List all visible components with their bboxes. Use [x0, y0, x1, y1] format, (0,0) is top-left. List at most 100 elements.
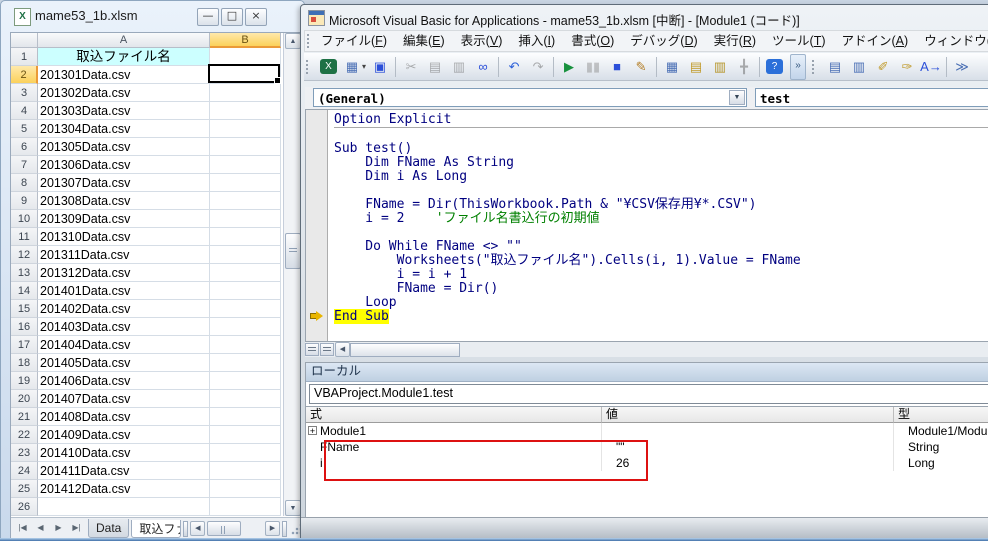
cell-a24[interactable]: 201411Data.csv	[38, 462, 210, 480]
vba-titlebar[interactable]: Microsoft Visual Basic for Applications …	[301, 5, 988, 29]
run-icon[interactable]: ▶	[558, 56, 580, 78]
code-line[interactable]	[334, 184, 988, 198]
row-number[interactable]: 15	[11, 300, 38, 318]
save-icon[interactable]: ▣	[369, 56, 391, 78]
cell-a22[interactable]: 201409Data.csv	[38, 426, 210, 444]
list-constants-icon[interactable]: ▥	[848, 56, 870, 78]
cell-a17[interactable]: 201404Data.csv	[38, 336, 210, 354]
row-number[interactable]: 4	[11, 102, 38, 120]
help-icon[interactable]: ?	[766, 59, 783, 74]
view-excel-icon[interactable]: X	[320, 59, 337, 74]
cell-a11[interactable]: 201310Data.csv	[38, 228, 210, 246]
code-line[interactable]: Option Explicit	[334, 113, 988, 128]
hscroll-right-icon[interactable]: ▶	[265, 521, 280, 536]
cell-b14[interactable]	[210, 282, 281, 300]
code-scroll-left-icon[interactable]: ◀	[335, 342, 350, 357]
cell-b5[interactable]	[210, 120, 281, 138]
object-combobox[interactable]: (General) ▼	[313, 88, 747, 107]
cell-a15[interactable]: 201402Data.csv	[38, 300, 210, 318]
cell-b4[interactable]	[210, 102, 281, 120]
menu-F[interactable]: ファイル(F)	[313, 31, 395, 51]
tab-split-handle[interactable]	[183, 521, 188, 537]
menu-W[interactable]: ウィンドウ(W)	[916, 31, 988, 51]
reset-icon[interactable]: ■	[606, 56, 628, 78]
locals-col-value[interactable]: 値	[602, 407, 894, 423]
cell-a1[interactable]: 取込ファイル名	[38, 48, 210, 66]
hscroll-thumb[interactable]	[207, 521, 241, 536]
row-number[interactable]: 24	[11, 462, 38, 480]
menu-A[interactable]: アドイン(A)	[834, 31, 917, 51]
chevron-down-icon[interactable]: ▾	[362, 62, 366, 71]
cell-b7[interactable]	[210, 156, 281, 174]
cell-b20[interactable]	[210, 390, 281, 408]
row-number[interactable]: 26	[11, 498, 38, 516]
cell-a4[interactable]: 201303Data.csv	[38, 102, 210, 120]
cell-b24[interactable]	[210, 462, 281, 480]
cell-b10[interactable]	[210, 210, 281, 228]
cell-b16[interactable]	[210, 318, 281, 336]
cell-a18[interactable]: 201405Data.csv	[38, 354, 210, 372]
sheet-nav-icon-3[interactable]: ▶|	[68, 520, 85, 537]
cell-b13[interactable]	[210, 264, 281, 282]
row-number[interactable]: 6	[11, 138, 38, 156]
minimize-icon[interactable]: —	[197, 8, 219, 26]
quick-info-icon[interactable]: ✐	[872, 56, 894, 78]
menu-T[interactable]: ツール(T)	[764, 31, 833, 51]
cell-b17[interactable]	[210, 336, 281, 354]
code-line[interactable]: Dim FName As String	[334, 156, 988, 170]
excel-titlebar[interactable]: X mame53_1b.xlsm — □ ×	[1, 1, 304, 31]
restore-icon[interactable]: □	[221, 8, 243, 26]
row-number[interactable]: 8	[11, 174, 38, 192]
row-number[interactable]: 19	[11, 372, 38, 390]
cell-a26[interactable]	[38, 498, 210, 516]
cell-b3[interactable]	[210, 84, 281, 102]
menubar-grip[interactable]	[307, 34, 309, 48]
properties-window-icon[interactable]: ▤	[685, 56, 707, 78]
fill-handle[interactable]	[274, 77, 281, 84]
scroll-down-icon[interactable]: ▼	[285, 500, 301, 516]
sheet-tab-data[interactable]: Data	[88, 519, 129, 538]
edit-toolbar-grip[interactable]	[812, 60, 819, 74]
toolbar-options-icon[interactable]: »	[790, 54, 806, 80]
insert-userform-icon[interactable]: ▦	[341, 56, 363, 78]
code-hscroll-thumb[interactable]	[350, 343, 460, 357]
column-header-a[interactable]: A	[38, 33, 210, 48]
code-line[interactable]: FName = Dir()	[334, 282, 988, 296]
sheet-nav-icon-1[interactable]: ◀	[32, 520, 49, 537]
row-number[interactable]: 17	[11, 336, 38, 354]
object-browser-icon[interactable]: ▥	[709, 56, 731, 78]
code-line[interactable]: i = i + 1	[334, 268, 988, 282]
cell-b25[interactable]	[210, 480, 281, 498]
locals-col-expression[interactable]: 式	[306, 407, 602, 423]
break-icon[interactable]: ▮▮	[582, 56, 604, 78]
cut-icon[interactable]: ✂	[400, 56, 422, 78]
code-margin-indicator-bar[interactable]	[306, 110, 328, 341]
cell-a2[interactable]: 201301Data.csv	[38, 66, 210, 84]
cell-a8[interactable]: 201307Data.csv	[38, 174, 210, 192]
toolbar-grip[interactable]	[306, 60, 313, 74]
row-number[interactable]: 3	[11, 84, 38, 102]
row-number[interactable]: 1	[11, 48, 38, 66]
cell-a20[interactable]: 201407Data.csv	[38, 390, 210, 408]
row-number[interactable]: 12	[11, 246, 38, 264]
cell-a5[interactable]: 201304Data.csv	[38, 120, 210, 138]
row-number[interactable]: 14	[11, 282, 38, 300]
code-line[interactable]: Do While FName <> ""	[334, 240, 988, 254]
procedure-view-icon[interactable]	[305, 343, 319, 356]
cell-b23[interactable]	[210, 444, 281, 462]
cell-a3[interactable]: 201302Data.csv	[38, 84, 210, 102]
cell-b21[interactable]	[210, 408, 281, 426]
cell-a25[interactable]: 201412Data.csv	[38, 480, 210, 498]
code-line[interactable]: i = 2 'ファイル名書込行の初期値	[334, 212, 988, 226]
cell-a9[interactable]: 201308Data.csv	[38, 192, 210, 210]
complete-word-icon[interactable]: A→	[920, 56, 942, 78]
row-number[interactable]: 18	[11, 354, 38, 372]
cell-a19[interactable]: 201406Data.csv	[38, 372, 210, 390]
row-number[interactable]: 23	[11, 444, 38, 462]
cell-a6[interactable]: 201305Data.csv	[38, 138, 210, 156]
cell-b19[interactable]	[210, 372, 281, 390]
code-line[interactable]	[334, 128, 988, 142]
cell-a21[interactable]: 201408Data.csv	[38, 408, 210, 426]
cell-b12[interactable]	[210, 246, 281, 264]
cell-a14[interactable]: 201401Data.csv	[38, 282, 210, 300]
